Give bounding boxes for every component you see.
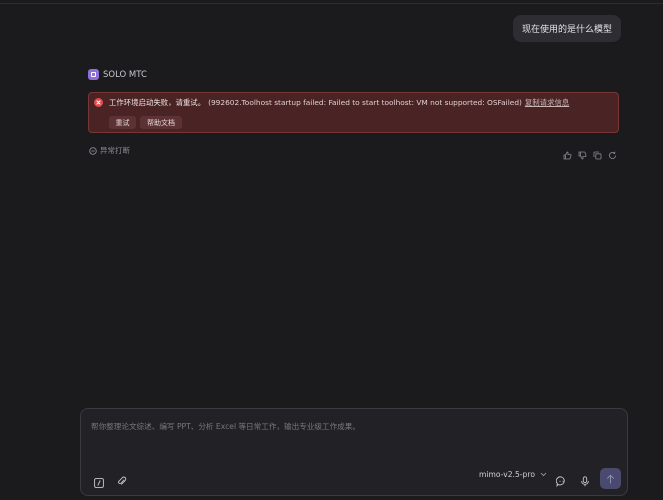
retry-button[interactable]: 重试	[109, 116, 136, 129]
user-message-bubble: 现在使用的是什么模型	[513, 15, 621, 42]
interrupt-icon	[89, 146, 97, 155]
attachment-icon[interactable]	[117, 472, 129, 485]
thumbs-down-icon[interactable]	[578, 145, 587, 160]
interrupt-status: 异常打断	[89, 145, 130, 156]
voice-chat-icon[interactable]	[555, 472, 568, 488]
help-docs-button[interactable]: 帮助文档	[140, 116, 182, 129]
agent-header: SOLO MTC	[88, 69, 147, 80]
message-actions	[563, 145, 617, 160]
copy-icon[interactable]	[593, 145, 602, 160]
model-name: mimo-v2.5-pro	[479, 470, 535, 479]
send-button[interactable]	[600, 468, 621, 489]
slash-command-icon[interactable]	[94, 473, 106, 488]
regenerate-icon[interactable]	[608, 145, 617, 159]
error-message: 工作环境启动失败，请重试。	[109, 98, 206, 107]
user-message-text: 现在使用的是什么模型	[521, 25, 612, 35]
agent-logo-icon	[88, 69, 99, 80]
microphone-icon[interactable]	[580, 472, 592, 487]
error-icon	[94, 98, 103, 107]
chevron-down-icon	[540, 472, 547, 477]
agent-name: SOLO MTC	[103, 69, 147, 80]
thumbs-up-icon[interactable]	[563, 145, 572, 160]
top-divider	[0, 3, 663, 4]
error-card: 工作环境启动失败，请重试。 (992602.Toolhost startup fa…	[88, 92, 619, 133]
error-detail: (992602.Toolhost startup failed: Failed …	[208, 98, 522, 107]
message-composer[interactable]: 帮你整理论文综述、编写 PPT、分析 Excel 等日常工作，输出专业级工作成果…	[80, 408, 628, 496]
model-selector[interactable]: mimo-v2.5-pro	[479, 470, 547, 479]
composer-input[interactable]: 帮你整理论文综述、编写 PPT、分析 Excel 等日常工作，输出专业级工作成果…	[91, 421, 360, 432]
error-message-line: 工作环境启动失败，请重试。 (992602.Toolhost startup fa…	[109, 97, 569, 108]
copy-request-info-link[interactable]: 复制请求信息	[525, 98, 569, 107]
interrupt-label: 异常打断	[100, 146, 130, 155]
arrow-up-icon	[607, 474, 614, 483]
